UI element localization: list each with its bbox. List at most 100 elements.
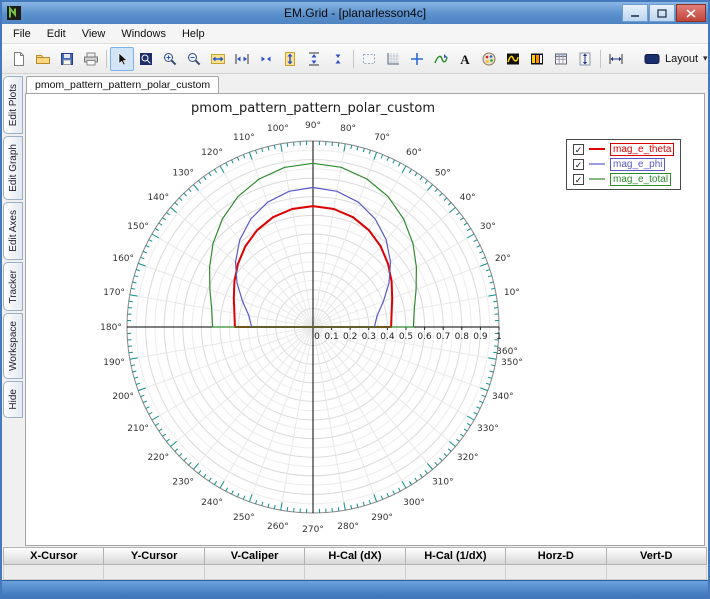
legend-item-mag_e_theta[interactable]: ✓mag_e_theta bbox=[573, 142, 674, 156]
zoom-window-button[interactable] bbox=[134, 47, 158, 71]
minimize-icon bbox=[630, 9, 640, 18]
menu-file[interactable]: File bbox=[5, 26, 39, 42]
expand-horizontal-button[interactable] bbox=[230, 47, 254, 71]
plot-title: pmom_pattern_pattern_polar_custom bbox=[191, 101, 435, 116]
readout-value-cell bbox=[104, 565, 204, 580]
readout-value-cell bbox=[3, 565, 104, 580]
readout-value-cell bbox=[607, 565, 707, 580]
side-tab-edit-plots[interactable]: Edit Plots bbox=[3, 76, 23, 134]
fit-horizontal-icon bbox=[210, 51, 226, 67]
text-label-button[interactable]: A bbox=[453, 47, 477, 71]
svg-text:0.9: 0.9 bbox=[473, 332, 488, 342]
tracker-curve-icon bbox=[433, 51, 449, 67]
svg-text:0.1: 0.1 bbox=[324, 332, 338, 342]
window-title: EM.Grid - [planarlesson4c] bbox=[2, 6, 708, 20]
contour-icon bbox=[529, 51, 545, 67]
side-tab-edit-graph[interactable]: Edit Graph bbox=[3, 136, 23, 200]
menu-view[interactable]: View bbox=[74, 26, 114, 42]
side-tab-hide[interactable]: Hide bbox=[3, 381, 23, 418]
maximize-button[interactable] bbox=[649, 4, 675, 22]
side-tab-edit-axes[interactable]: Edit Axes bbox=[3, 202, 23, 260]
readout-header-row: X-Cursor Y-Cursor V-Caliper H-Cal (dX) H… bbox=[3, 547, 707, 565]
zoom-out-button[interactable] bbox=[182, 47, 206, 71]
open-file-button[interactable] bbox=[31, 47, 55, 71]
radial-labels: 00.10.20.30.40.50.60.70.80.91 bbox=[314, 332, 502, 342]
readout-col-h-cal-1dx: H-Cal (1/dX) bbox=[406, 547, 506, 565]
menu-help[interactable]: Help bbox=[174, 26, 213, 42]
legend-item-mag_e_phi[interactable]: ✓mag_e_phi bbox=[573, 157, 674, 171]
vertical-scale-icon bbox=[577, 51, 593, 67]
svg-text:340°: 340° bbox=[492, 392, 514, 402]
legend-item-mag_e_total[interactable]: ✓mag_e_total bbox=[573, 172, 674, 186]
shrink-vertical-button[interactable] bbox=[326, 47, 350, 71]
readout-col-h-cal-dx: H-Cal (dX) bbox=[305, 547, 405, 565]
expand-vertical-button[interactable] bbox=[302, 47, 326, 71]
save-button[interactable] bbox=[55, 47, 79, 71]
color-palette-button[interactable] bbox=[477, 47, 501, 71]
selection-box-button[interactable] bbox=[357, 47, 381, 71]
svg-text:0: 0 bbox=[314, 332, 320, 342]
svg-text:270°: 270° bbox=[302, 525, 324, 535]
svg-text:100°: 100° bbox=[267, 124, 289, 134]
svg-text:290°: 290° bbox=[371, 513, 393, 523]
colormap-icon bbox=[505, 51, 521, 67]
maximize-icon bbox=[657, 9, 667, 18]
legend-line-swatch bbox=[588, 145, 606, 153]
color-palette-icon bbox=[481, 51, 497, 67]
pointer-arrow-icon bbox=[114, 51, 130, 67]
data-table-button[interactable] bbox=[549, 47, 573, 71]
new-file-icon bbox=[11, 51, 27, 67]
plot-legend: ✓mag_e_theta✓mag_e_phi✓mag_e_total bbox=[566, 139, 681, 190]
colormap-button[interactable] bbox=[501, 47, 525, 71]
readout-value-cell bbox=[205, 565, 305, 580]
readout-value-cell bbox=[406, 565, 506, 580]
zoom-in-icon bbox=[162, 51, 178, 67]
svg-text:320°: 320° bbox=[457, 453, 479, 463]
new-file-button[interactable] bbox=[7, 47, 31, 71]
select-pointer-button[interactable] bbox=[110, 47, 134, 71]
contour-button[interactable] bbox=[525, 47, 549, 71]
menu-windows[interactable]: Windows bbox=[113, 26, 174, 42]
svg-text:280°: 280° bbox=[337, 522, 359, 532]
plot-canvas[interactable]: 10°20°30°40°50°60°70°80°90°100°110°120°1… bbox=[25, 93, 705, 546]
legend-checkbox[interactable]: ✓ bbox=[573, 174, 584, 185]
toolbar: A Layout ▾ bbox=[2, 44, 708, 74]
close-icon bbox=[686, 9, 696, 18]
vertical-scale-button[interactable] bbox=[573, 47, 597, 71]
tracker-button[interactable] bbox=[429, 47, 453, 71]
svg-text:80°: 80° bbox=[340, 124, 356, 134]
title-bar[interactable]: EM.Grid - [planarlesson4c] bbox=[2, 2, 708, 24]
menu-edit[interactable]: Edit bbox=[39, 26, 74, 42]
layout-button[interactable]: Layout ▾ bbox=[638, 49, 710, 69]
svg-text:0.8: 0.8 bbox=[455, 332, 470, 342]
toolbar-separator bbox=[106, 50, 107, 68]
print-button[interactable] bbox=[79, 47, 103, 71]
minimize-button[interactable] bbox=[622, 4, 648, 22]
app-icon bbox=[7, 6, 21, 20]
readout-col-horz-d: Horz-D bbox=[506, 547, 606, 565]
selection-box-icon bbox=[361, 51, 377, 67]
legend-checkbox[interactable]: ✓ bbox=[573, 144, 584, 155]
svg-text:180°: 180° bbox=[100, 323, 122, 333]
main-area: pmom_pattern_pattern_polar_custom 10°20°… bbox=[25, 74, 708, 547]
shrink-horizontal-button[interactable] bbox=[254, 47, 278, 71]
legend-line-swatch bbox=[588, 160, 606, 168]
add-cursor-button[interactable] bbox=[405, 47, 429, 71]
document-tab[interactable]: pmom_pattern_pattern_polar_custom bbox=[26, 76, 219, 93]
side-tab-tracker[interactable]: Tracker bbox=[3, 262, 23, 312]
svg-text:110°: 110° bbox=[233, 133, 255, 143]
close-button[interactable] bbox=[676, 4, 706, 22]
svg-text:310°: 310° bbox=[432, 478, 454, 488]
fit-vertical-button[interactable] bbox=[278, 47, 302, 71]
horizontal-scale-button[interactable] bbox=[604, 47, 628, 71]
caret-down-icon: ▾ bbox=[703, 53, 708, 64]
legend-checkbox[interactable]: ✓ bbox=[573, 159, 584, 170]
zoom-in-button[interactable] bbox=[158, 47, 182, 71]
side-tab-workspace[interactable]: Workspace bbox=[3, 313, 23, 379]
svg-text:160°: 160° bbox=[112, 254, 134, 264]
fit-horizontal-button[interactable] bbox=[206, 47, 230, 71]
svg-text:30°: 30° bbox=[480, 222, 496, 232]
grid-toggle-button[interactable] bbox=[381, 47, 405, 71]
document-tab-strip: pmom_pattern_pattern_polar_custom bbox=[25, 74, 708, 93]
plus-cursor-icon bbox=[409, 51, 425, 67]
